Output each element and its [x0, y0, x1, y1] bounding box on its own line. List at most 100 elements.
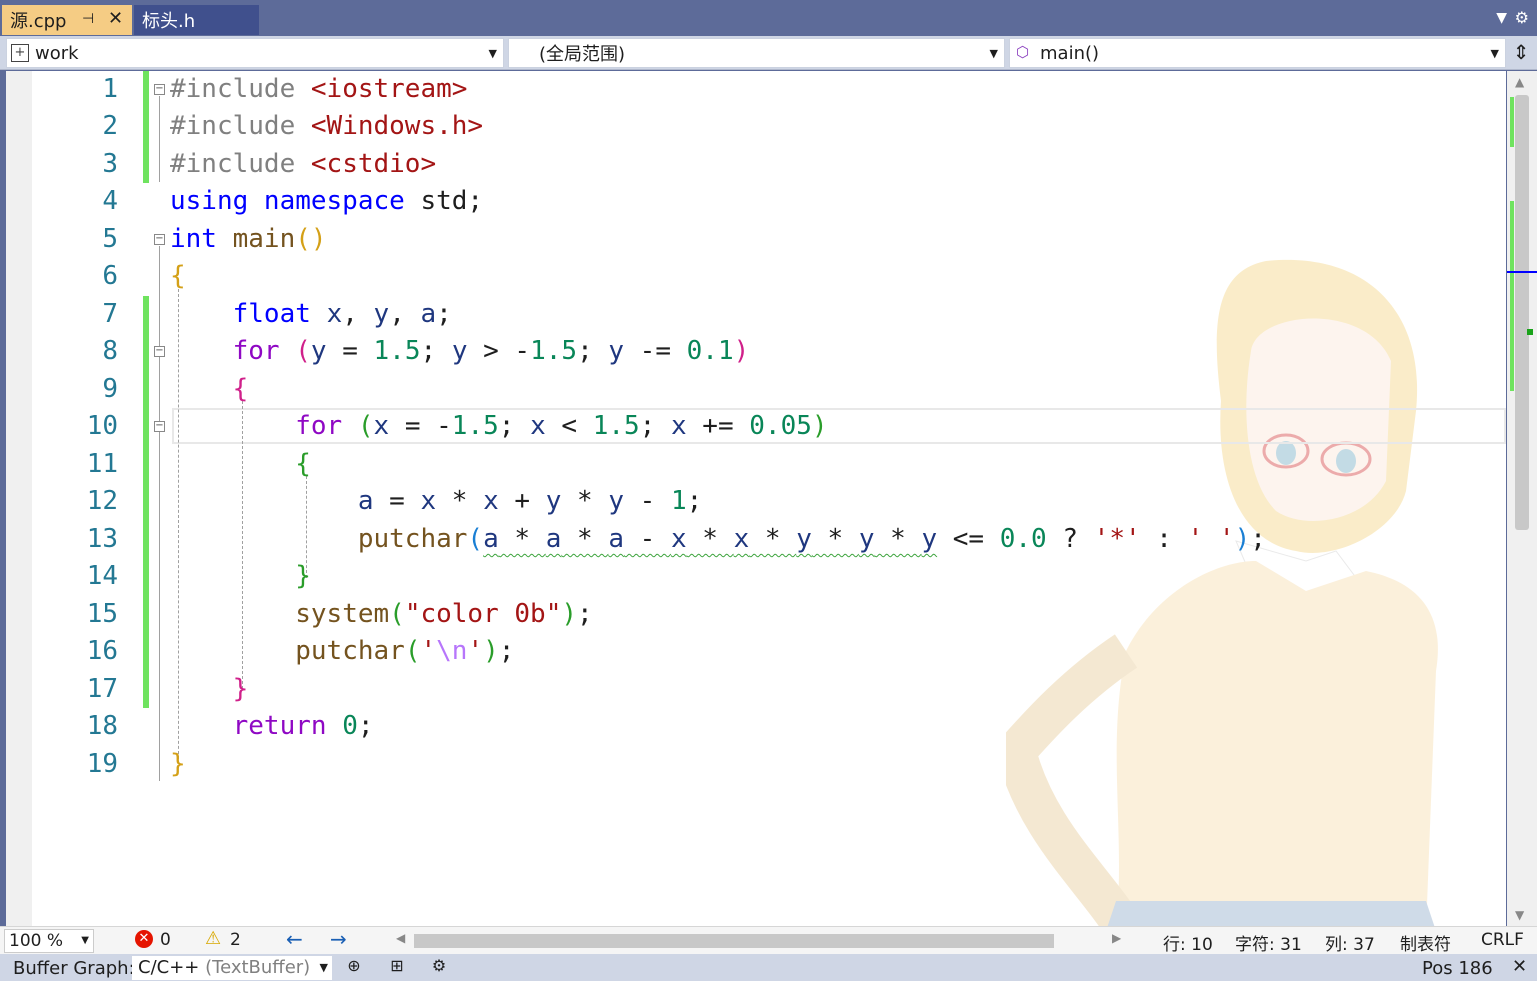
code-line-19: } [170, 749, 186, 779]
code-text[interactable]: #include <iostream> #include <Windows.h>… [170, 71, 1500, 779]
code-line-18: return 0; [232, 711, 374, 741]
line-number: 4 [102, 186, 118, 216]
zoom-level: 100 % [9, 931, 64, 951]
line-number: 9 [102, 374, 118, 404]
scroll-up-icon[interactable]: ▲ [1515, 75, 1524, 89]
code-line-15: system("color 0b"); [295, 599, 593, 629]
project-label: work [35, 42, 79, 64]
error-icon[interactable]: ✕ [135, 930, 153, 948]
code-line-9: { [232, 374, 249, 404]
change-marker [1510, 97, 1514, 147]
project-dropdown[interactable]: + work ▼ [6, 38, 504, 68]
code-line-4: using namespace std; [170, 186, 484, 216]
chevron-down-icon: ▼ [488, 47, 497, 60]
chevron-down-icon: ▼ [1490, 47, 1499, 60]
scroll-left-icon[interactable]: ◀ [396, 931, 405, 945]
line-number: 1 [102, 74, 118, 104]
line-number: 12 [86, 486, 118, 516]
member-dropdown[interactable]: ⬡ main() ▼ [1009, 38, 1506, 68]
line-number: 2 [102, 111, 118, 141]
change-indicator [143, 71, 149, 183]
line-ending-indicator[interactable]: CRLF [1481, 930, 1524, 950]
vertical-scrollbar[interactable]: ▲ ▼ [1507, 71, 1537, 926]
scope-dropdown[interactable]: (全局范围) ▼ [508, 38, 1005, 68]
tab-header-h[interactable]: 标头.h [134, 5, 259, 35]
chevron-down-icon: ▼ [81, 935, 89, 946]
editor-info-bar: 100 % ▼ ✕ 0 ⚠ 2 ← → ◀ ▶ 行: 10 字符: 31 列: … [0, 926, 1537, 955]
line-indicator[interactable]: 行: 10 [1163, 930, 1213, 955]
outline-line [159, 96, 160, 182]
collapse-toggle[interactable]: − [154, 346, 165, 357]
scroll-thumb[interactable] [1515, 95, 1529, 530]
code-line-6: { [170, 261, 186, 291]
scope-label: (全局范围) [539, 44, 626, 65]
code-line-14: } [295, 561, 311, 591]
split-window-icon[interactable]: ⇕ [1509, 40, 1533, 66]
cube-icon: ⬡ [1016, 43, 1030, 61]
content-type: C/C++ [138, 957, 200, 978]
code-line-8: for (y = 1.5; y > -1.5; y -= 0.1) [232, 336, 750, 366]
caret-marker [1507, 271, 1537, 273]
tabs-indicator[interactable]: 制表符 [1400, 930, 1451, 955]
line-number: 15 [86, 599, 118, 629]
line-number: 19 [86, 749, 118, 779]
buffer-graph-label: Buffer Graph: [13, 958, 135, 979]
document-tab-bar: 源.cpp ⊣ ✕ 标头.h ▼ ⚙ [0, 0, 1537, 36]
code-line-10: for (x = -1.5; x < 1.5; x += 0.05) [295, 411, 828, 441]
scroll-right-icon[interactable]: ▶ [1112, 931, 1121, 945]
column-indicator[interactable]: 列: 37 [1325, 930, 1375, 955]
navigate-back-icon[interactable]: ← [286, 927, 303, 951]
close-icon[interactable]: ✕ [108, 8, 123, 29]
code-line-17: } [232, 674, 249, 704]
outline-line [159, 246, 160, 781]
tab-list-dropdown-icon[interactable]: ▼ [1496, 10, 1507, 26]
line-number: 11 [86, 449, 118, 479]
horizontal-scroll-thumb[interactable] [414, 934, 1054, 948]
scroll-down-icon[interactable]: ▼ [1515, 908, 1524, 922]
line-number: 13 [86, 524, 118, 554]
collapse-toggle[interactable]: − [154, 84, 165, 95]
code-editor[interactable]: 1 2 3 4 5 6 7 8 9 10 11 12 13 14 15 16 1… [6, 71, 1506, 926]
settings-icon[interactable]: ⚙ [428, 956, 450, 978]
code-line-1: #include <iostream> [170, 74, 468, 104]
zoom-dropdown[interactable]: 100 % ▼ [4, 929, 94, 953]
change-indicator [143, 296, 149, 708]
line-number: 5 [102, 224, 118, 254]
collapse-toggle[interactable]: − [154, 234, 165, 245]
collapse-toggle[interactable]: − [154, 421, 165, 432]
pin-icon[interactable]: ⊣ [82, 11, 94, 27]
projection-icon[interactable]: ⊞ [386, 956, 408, 978]
code-line-3: #include <cstdio> [170, 149, 437, 179]
code-line-11: { [295, 449, 311, 479]
navigate-forward-icon[interactable]: → [330, 927, 347, 951]
line-number: 16 [86, 636, 118, 666]
tab-source-cpp[interactable]: 源.cpp ⊣ ✕ [2, 5, 132, 35]
chevron-down-icon: ▼ [989, 47, 998, 60]
line-number: 18 [86, 711, 118, 741]
line-number: 3 [102, 149, 118, 179]
line-number: 7 [102, 299, 118, 329]
navigation-bar: + work ▼ (全局范围) ▼ ⬡ main() ▼ ⇕ [0, 36, 1537, 70]
code-line-2: #include <Windows.h> [170, 111, 484, 141]
warning-count[interactable]: 2 [230, 930, 241, 950]
code-line-13: putchar(a * a * a - x * x * y * y * y <=… [357, 524, 1266, 554]
indicator-margin[interactable] [6, 71, 32, 926]
gear-icon[interactable]: ⚙ [1515, 8, 1529, 27]
code-line-7: float x, y, a; [232, 299, 452, 329]
position-indicator: Pos 186 [1422, 958, 1493, 979]
tab-label: 源.cpp [10, 11, 67, 32]
warning-marker [1527, 329, 1533, 335]
buffer-graph-bar: Buffer Graph: C/C++ (TextBuffer) ▼ ⊕ ⊞ ⚙… [0, 954, 1537, 981]
line-number: 8 [102, 336, 118, 366]
project-icon: + [11, 44, 29, 62]
char-indicator[interactable]: 字符: 31 [1235, 930, 1302, 955]
buffer-graph-icon[interactable]: ⊕ [343, 956, 365, 978]
content-type-dropdown[interactable]: C/C++ (TextBuffer) ▼ [132, 956, 332, 980]
close-icon[interactable]: ✕ [1512, 956, 1527, 977]
error-count[interactable]: 0 [160, 930, 171, 950]
line-number: 14 [86, 561, 118, 591]
member-label: main() [1040, 42, 1100, 64]
line-number: 17 [86, 674, 118, 704]
line-number: 6 [102, 261, 118, 291]
warning-icon[interactable]: ⚠ [205, 928, 221, 949]
